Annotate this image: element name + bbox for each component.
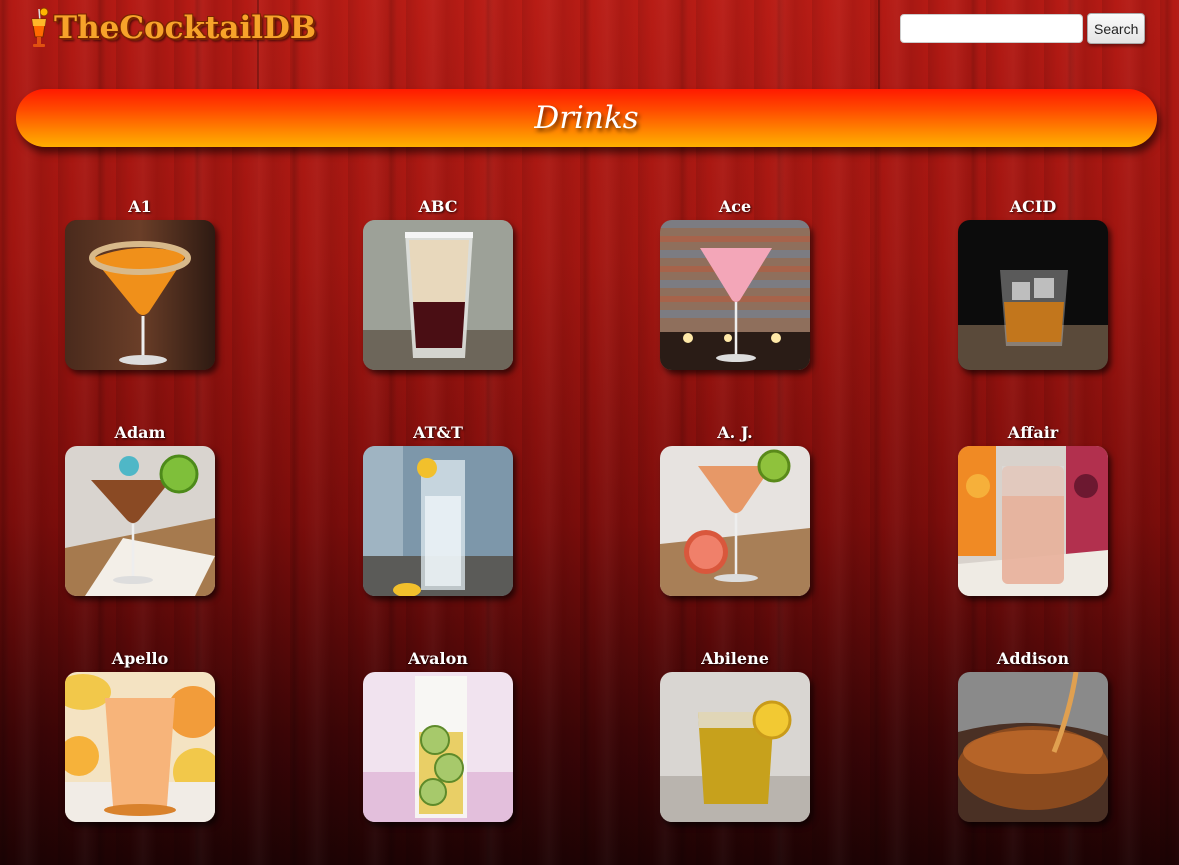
drink-name[interactable]: Addison: [958, 648, 1108, 670]
drink-thumbnail[interactable]: [660, 220, 810, 370]
drink-card[interactable]: Affair: [958, 422, 1108, 596]
drink-card[interactable]: Ace: [660, 196, 810, 370]
drink-card[interactable]: Abilene: [660, 648, 810, 822]
drink-name[interactable]: Affair: [958, 422, 1108, 444]
drink-name[interactable]: Ace: [660, 196, 810, 218]
drink-name[interactable]: Abilene: [660, 648, 810, 670]
cocktail-glass-icon: [28, 7, 52, 49]
drink-name[interactable]: ABC: [363, 196, 513, 218]
drink-name[interactable]: AT&T: [363, 422, 513, 444]
drink-thumbnail[interactable]: [363, 446, 513, 596]
drink-name[interactable]: Adam: [65, 422, 215, 444]
drink-thumbnail[interactable]: [958, 446, 1108, 596]
search-input[interactable]: [900, 14, 1083, 43]
background-seam: [878, 0, 880, 90]
search-bar: Search: [900, 13, 1145, 44]
drink-thumbnail[interactable]: [660, 446, 810, 596]
drink-card[interactable]: Apello: [65, 648, 215, 822]
page-title: Drinks: [534, 100, 639, 136]
drink-card[interactable]: Addison: [958, 648, 1108, 822]
logo-text: TheCocktailDB: [54, 10, 317, 46]
drink-thumbnail[interactable]: [65, 672, 215, 822]
drink-card[interactable]: ABC: [363, 196, 513, 370]
drink-thumbnail[interactable]: [660, 672, 810, 822]
drink-name[interactable]: A. J.: [660, 422, 810, 444]
drink-card[interactable]: A1: [65, 196, 215, 370]
drink-card[interactable]: ACID: [958, 196, 1108, 370]
drink-name[interactable]: Apello: [65, 648, 215, 670]
drink-name[interactable]: Avalon: [363, 648, 513, 670]
drink-thumbnail[interactable]: [958, 220, 1108, 370]
drink-thumbnail[interactable]: [363, 220, 513, 370]
drink-card[interactable]: Avalon: [363, 648, 513, 822]
drink-name[interactable]: ACID: [958, 196, 1108, 218]
drink-card[interactable]: AT&T: [363, 422, 513, 596]
drink-thumbnail[interactable]: [65, 446, 215, 596]
search-button[interactable]: Search: [1087, 13, 1145, 44]
drink-card[interactable]: A. J.: [660, 422, 810, 596]
drink-name[interactable]: A1: [65, 196, 215, 218]
drink-thumbnail[interactable]: [958, 672, 1108, 822]
drink-thumbnail[interactable]: [65, 220, 215, 370]
drink-thumbnail[interactable]: [363, 672, 513, 822]
site-logo[interactable]: TheCocktailDB: [28, 6, 316, 50]
drink-card[interactable]: Adam: [65, 422, 215, 596]
page-title-banner: Drinks: [16, 89, 1157, 147]
